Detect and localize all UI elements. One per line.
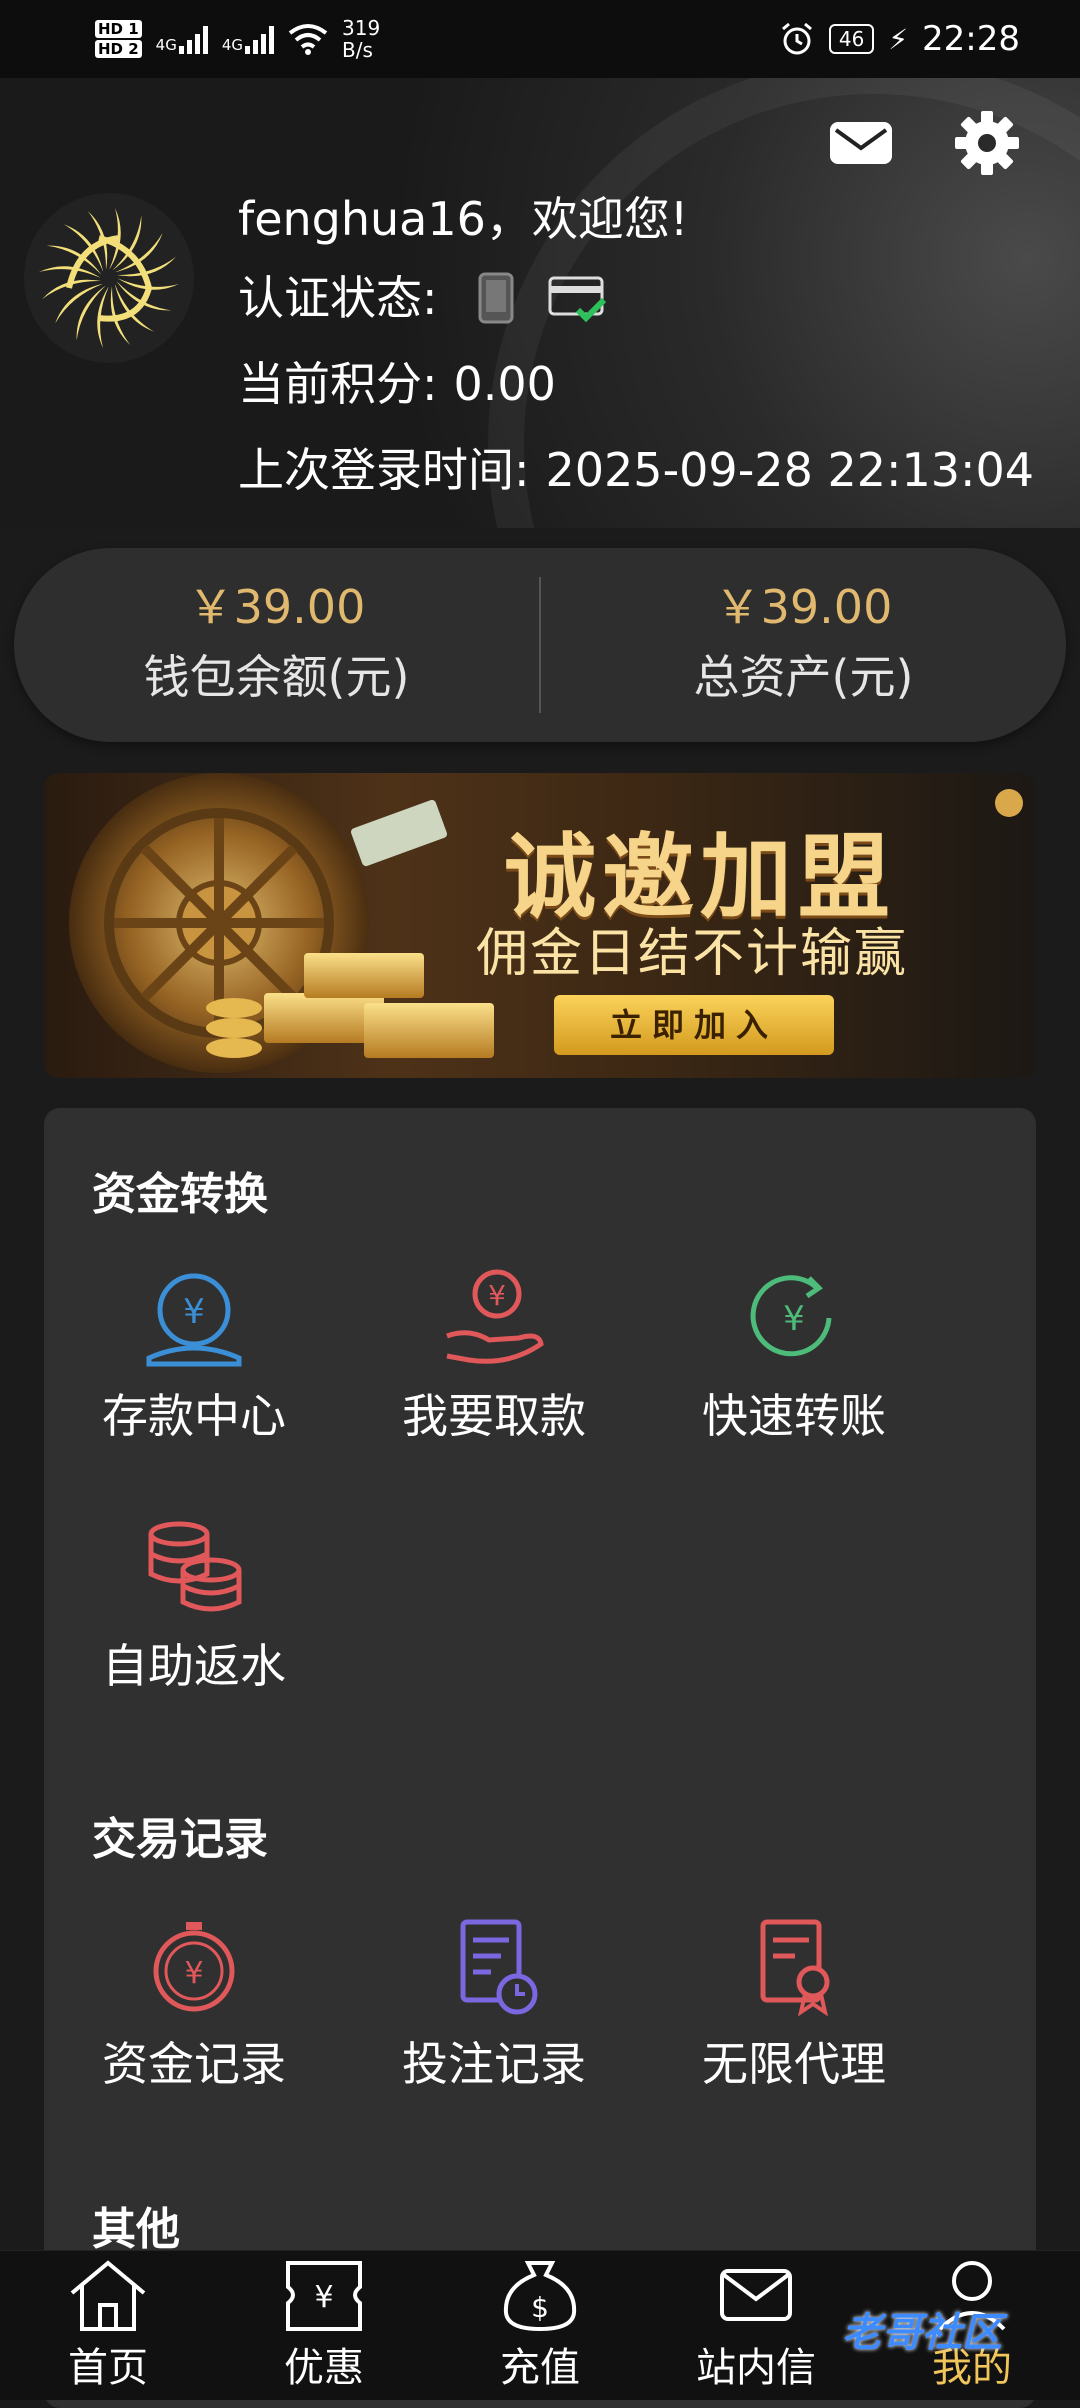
tab-messages-label: 站内信 [696, 2345, 816, 2391]
sim2-label: HD 2 [95, 40, 142, 58]
join-now-button[interactable]: 立即加入 [554, 995, 834, 1055]
wifi-icon [288, 24, 328, 55]
fund-records-label: 资金记录 [102, 2037, 286, 2091]
clock: 22:28 [922, 19, 1020, 59]
deposit-label: 存款中心 [102, 1389, 286, 1443]
charging-icon: ⚡ [888, 22, 909, 56]
sim-indicator: HD 1 HD 2 [95, 19, 142, 59]
wallet-balance[interactable]: ￥39.00 钱包余额(元) [14, 575, 539, 715]
svg-text:¥: ¥ [184, 1956, 203, 1991]
sunburst-logo-icon [39, 208, 179, 348]
rebate-label: 自助返水 [102, 1639, 286, 1693]
svg-text:$: $ [531, 2291, 549, 2324]
last-login-row: 上次登录时间: 2025-09-28 22:13:04 [238, 427, 1034, 513]
svg-text:¥: ¥ [183, 1292, 205, 1332]
status-bar: HD 1 HD 2 4G 4G 319 B/s 46 ⚡ 22:28 [0, 0, 1080, 78]
points-value: 0.00 [453, 357, 556, 411]
settings-gear-icon[interactable] [952, 108, 1022, 178]
signal-icon: 4G [156, 24, 208, 54]
svg-text:¥: ¥ [488, 1279, 506, 1312]
deposit-center[interactable]: ¥ 存款中心 [44, 1268, 344, 1446]
total-assets[interactable]: ￥39.00 总资产(元) [541, 575, 1066, 715]
fund-records[interactable]: ¥ 资金记录 [44, 1916, 344, 2094]
greeting: fenghua16，欢迎您! [238, 192, 689, 246]
quick-transfer[interactable]: ¥ 快速转账 [644, 1268, 944, 1446]
bet-records[interactable]: 投注记录 [344, 1916, 644, 2094]
home-icon [70, 2260, 146, 2331]
money-bag-icon: $ [503, 2261, 577, 2332]
speed-unit: B/s [342, 38, 373, 62]
envelope-icon [720, 2269, 792, 2321]
function-panel: 资金转换 ¥ 存款中心 ¥ 我要取款 ¥ 快速转账 自助返水 交易记录 ¥ 资金… [44, 1108, 1036, 2408]
coin-stack-icon [148, 1521, 242, 1612]
certificate-icon [760, 1919, 830, 2016]
withdraw-hand-icon: ¥ [446, 1269, 544, 1364]
other-section-title: 其他 [92, 2204, 180, 2255]
self-rebate[interactable]: 自助返水 [44, 1518, 344, 1696]
wallet-label: 钱包余额(元) [143, 650, 410, 704]
total-amount: ￥39.00 [714, 580, 893, 634]
battery-indicator: 46 [828, 24, 875, 54]
tab-home[interactable]: 首页 [0, 2251, 216, 2400]
balance-card: ￥39.00 钱包余额(元) ￥39.00 总资产(元) [14, 548, 1066, 742]
funds-section-title: 资金转换 [92, 1169, 268, 1220]
last-login-value: 2025-09-28 22:13:04 [545, 443, 1035, 497]
unlimited-agent[interactable]: 无限代理 [644, 1916, 944, 2094]
tab-promotions[interactable]: ¥ 优惠 [216, 2251, 432, 2400]
last-login-label: 上次登录时间: [238, 443, 530, 497]
transfer-refresh-icon: ¥ [750, 1275, 832, 1357]
transfer-label: 快速转账 [702, 1389, 886, 1443]
promo-banner[interactable]: 诚邀加盟 佣金日结不计输赢 立即加入 [44, 773, 1036, 1078]
tab-recharge-label: 充值 [500, 2345, 580, 2391]
mail-icon[interactable] [826, 108, 896, 178]
points-label: 当前积分: [238, 357, 438, 411]
profile-header: fenghua16，欢迎您! 认证状态: 当前积分: 0.00 上次登录时间: … [0, 78, 1080, 528]
alarm-icon [781, 22, 812, 55]
banner-subtitle: 佣金日结不计输赢 [476, 924, 909, 984]
tab-messages[interactable]: 站内信 [648, 2251, 864, 2400]
document-clock-icon [460, 1919, 538, 2015]
points-row: 当前积分: 0.00 [238, 341, 1034, 427]
bet-records-label: 投注记录 [402, 2037, 586, 2091]
tab-home-label: 首页 [68, 2345, 148, 2391]
stopwatch-yen-icon: ¥ [153, 1922, 235, 2012]
greeting-row: fenghua16，欢迎您! [238, 183, 1034, 255]
sim1-label: HD 1 [95, 20, 142, 38]
wallet-amount: ￥39.00 [187, 580, 366, 634]
tab-recharge[interactable]: $ 充值 [432, 2251, 648, 2400]
net2-label: 4G [221, 36, 244, 54]
auth-label: 认证状态: [238, 271, 438, 325]
records-section-title: 交易记录 [92, 1814, 268, 1865]
bank-card-verified-icon [548, 276, 606, 323]
phone-icon [478, 272, 513, 324]
net-speed: 319 B/s [342, 17, 380, 61]
auth-row: 认证状态: [238, 255, 1034, 341]
signal-icon-2: 4G [221, 24, 275, 54]
coupon-icon: ¥ [286, 2261, 362, 2331]
watermark: 老哥社区 [842, 2310, 1002, 2356]
svg-text:¥: ¥ [783, 1299, 805, 1339]
deposit-yen-icon: ¥ [146, 1273, 242, 1367]
withdraw[interactable]: ¥ 我要取款 [344, 1268, 644, 1446]
net1-label: 4G [155, 36, 177, 54]
user-info: fenghua16，欢迎您! 认证状态: 当前积分: 0.00 上次登录时间: … [238, 183, 1034, 513]
total-label: 总资产(元) [693, 650, 914, 704]
avatar[interactable] [24, 193, 194, 363]
agent-label: 无限代理 [702, 2037, 886, 2091]
withdraw-label: 我要取款 [402, 1389, 586, 1443]
tab-promotions-label: 优惠 [284, 2345, 364, 2391]
svg-text:¥: ¥ [314, 2280, 333, 2315]
speed-value: 319 [342, 16, 381, 40]
